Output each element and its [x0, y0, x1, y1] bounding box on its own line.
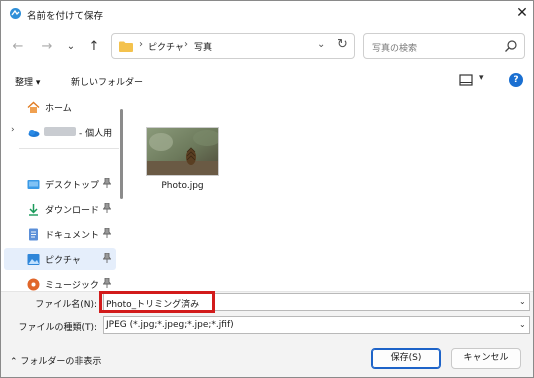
nav-item-music[interactable]: ミュージック: [4, 273, 116, 291]
address-dropdown-button[interactable]: ⌄: [317, 39, 325, 50]
nav-item-desktop[interactable]: デスクトップ: [4, 173, 116, 195]
nav-item-label: ホーム: [45, 104, 72, 114]
navigation-pane: ホーム › - 個人用 デスクトップ ダウンロード ドキュメント ピクチャ ミュ…: [1, 93, 126, 291]
filetype-value[interactable]: JPEG (*.jpg;*.jpeg;*.jpe;*.jfif): [106, 320, 234, 330]
view-dropdown-button[interactable]: ▾: [479, 73, 484, 83]
pin-icon[interactable]: [103, 253, 111, 263]
pictures-icon: [27, 254, 40, 265]
back-button[interactable]: ←: [8, 38, 28, 56]
organize-menu[interactable]: 整理 ▾: [15, 75, 40, 88]
nav-pane-scrollbar[interactable]: [120, 109, 123, 199]
pin-icon[interactable]: [103, 178, 111, 188]
nav-item-label: - 個人用: [79, 129, 113, 139]
app-icon: [10, 8, 21, 19]
nav-item-label: ミュージック: [45, 281, 99, 291]
search-icon[interactable]: [504, 39, 518, 53]
document-icon: [29, 228, 38, 241]
search-box[interactable]: 写真の検索: [363, 33, 525, 59]
highlight-annotation: [99, 291, 215, 313]
pin-icon[interactable]: [103, 228, 111, 238]
file-name-label[interactable]: Photo.jpg: [146, 181, 219, 191]
filetype-label: ファイルの種類(T):: [18, 323, 97, 333]
onedrive-icon: [28, 130, 40, 137]
filetype-dropdown-icon[interactable]: ⌄: [519, 320, 526, 329]
help-icon[interactable]: ?: [509, 73, 523, 87]
address-bar[interactable]: › ピクチャ › 写真 ⌄ ↻: [111, 33, 355, 59]
photo-thumbnail-image: [147, 128, 218, 175]
file-thumbnail[interactable]: [146, 127, 219, 176]
nav-item-downloads[interactable]: ダウンロード: [4, 198, 116, 220]
breadcrumb-photos[interactable]: 写真: [194, 40, 212, 53]
title-bar: 名前を付けて保存 ✕: [1, 1, 533, 27]
up-button[interactable]: ↑: [84, 38, 104, 56]
filename-dropdown-icon[interactable]: ⌄: [519, 297, 526, 306]
nav-divider: [19, 148, 119, 149]
download-icon: [29, 204, 38, 216]
window-title: 名前を付けて保存: [27, 11, 104, 22]
refresh-button[interactable]: ↻: [337, 37, 348, 52]
desktop-icon: [27, 180, 40, 189]
recent-locations-button[interactable]: ⌄: [61, 38, 81, 56]
save-as-dialog: 名前を付けて保存 ✕ ← → ⌄ ↑ › ピクチャ › 写真 ⌄ ↻ 写真の検索…: [0, 0, 534, 378]
save-button[interactable]: 保存(S): [371, 348, 441, 369]
redacted-account-name: [44, 127, 76, 136]
expand-chevron-icon[interactable]: ›: [11, 125, 15, 135]
forward-button[interactable]: →: [37, 38, 57, 56]
nav-item-label: ピクチャ: [45, 256, 81, 266]
new-folder-button[interactable]: 新しいフォルダー: [71, 75, 143, 88]
music-icon: [27, 278, 40, 291]
search-input[interactable]: 写真の検索: [372, 41, 417, 54]
cancel-button[interactable]: キャンセル: [451, 348, 521, 369]
breadcrumb-pictures[interactable]: ピクチャ: [148, 40, 184, 53]
pin-icon[interactable]: [103, 278, 111, 288]
nav-item-onedrive[interactable]: › - 個人用: [4, 121, 116, 143]
pin-icon[interactable]: [103, 203, 111, 213]
hide-folders-button[interactable]: ⌃ フォルダーの非表示: [10, 354, 101, 367]
filename-label: ファイル名(N):: [35, 300, 97, 310]
breadcrumb-separator: ›: [184, 39, 188, 50]
nav-item-pictures[interactable]: ピクチャ: [4, 248, 116, 270]
save-options-panel: ファイル名(N): Photo_トリミング済み ⌄ ファイルの種類(T): JP…: [1, 291, 533, 377]
close-button[interactable]: ✕: [513, 4, 531, 22]
nav-item-label: ドキュメント: [45, 231, 100, 241]
nav-item-home[interactable]: ホーム: [4, 96, 116, 118]
breadcrumb-separator: ›: [139, 39, 143, 50]
home-icon: [27, 101, 40, 113]
nav-item-label: デスクトップ: [45, 181, 100, 191]
folder-icon: [119, 41, 133, 52]
nav-item-label: ダウンロード: [45, 206, 100, 216]
view-mode-icon[interactable]: [459, 74, 473, 86]
nav-item-documents[interactable]: ドキュメント: [4, 223, 116, 245]
